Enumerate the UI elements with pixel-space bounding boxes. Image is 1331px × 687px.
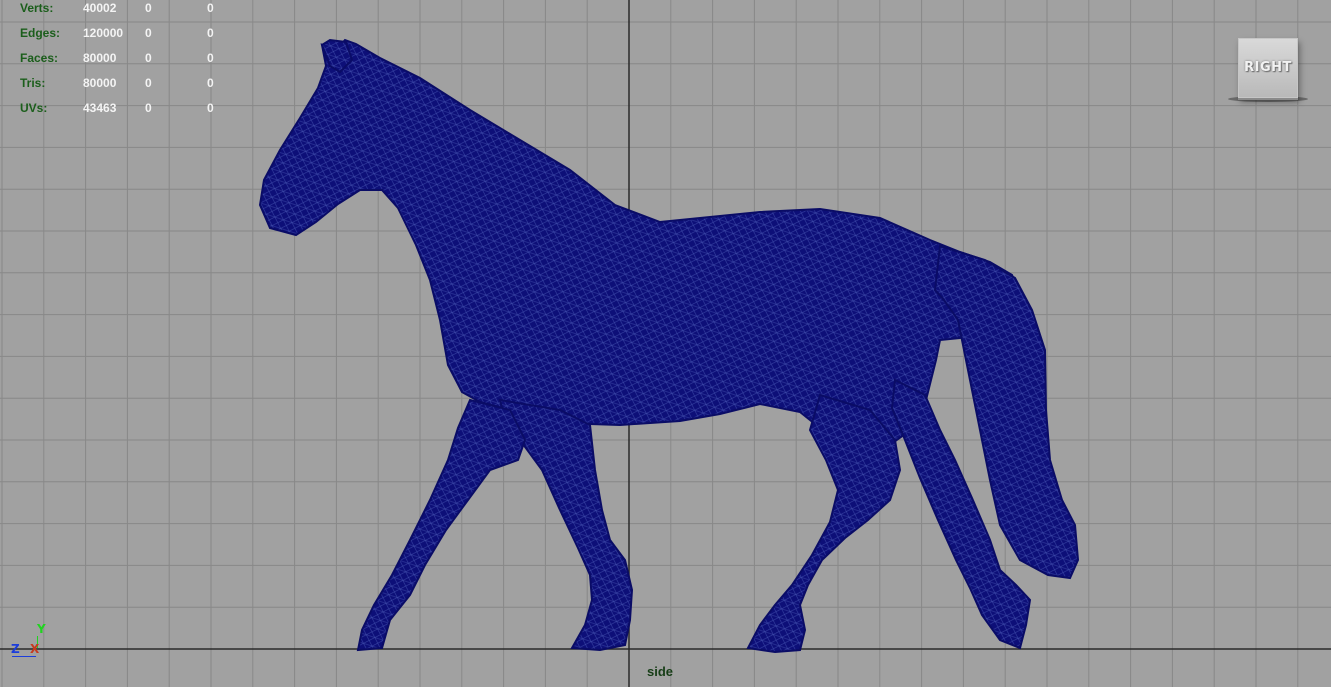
hud-value: 120000 <box>83 26 124 40</box>
hud-value: 0 <box>145 51 152 65</box>
viewcube-label: RIGHT <box>1244 60 1292 75</box>
hud-value: 0 <box>145 1 152 15</box>
hud-value: 0 <box>145 101 152 115</box>
hud-label: Tris: <box>20 76 46 90</box>
hud-value: 80000 <box>83 51 117 65</box>
hud-value: 0 <box>207 76 214 90</box>
hud-value: 0 <box>145 26 152 40</box>
hud-value: 0 <box>207 1 214 15</box>
horse-body <box>258 38 1080 654</box>
horse-wireframe-mesh[interactable] <box>0 0 1331 687</box>
hud-value: 0 <box>207 26 214 40</box>
hud-label: Edges: <box>20 26 61 40</box>
hud-value: 0 <box>145 76 152 90</box>
hud-value: 43463 <box>83 101 117 115</box>
hud-label: UVs: <box>20 101 48 115</box>
viewcube-right-face[interactable]: RIGHT <box>1238 38 1298 98</box>
hud-value: 0 <box>207 51 214 65</box>
axis-z-label: Z <box>11 642 20 656</box>
side-viewport[interactable]: Verts: 40002 0 0 Edges: 120000 0 0 Faces… <box>0 0 1331 687</box>
hud-label: Faces: <box>20 51 59 65</box>
axis-x-label: X <box>30 642 40 656</box>
axis-z-line <box>12 656 36 657</box>
hud-value: 0 <box>207 101 214 115</box>
axis-y-label: Y <box>37 622 46 636</box>
camera-name-label: side <box>646 664 673 679</box>
hud-value: 80000 <box>83 76 117 90</box>
hud-value: 40002 <box>83 1 117 15</box>
hud-label: Verts: <box>20 1 54 15</box>
axis-gizmo: Y Z X <box>8 622 48 662</box>
